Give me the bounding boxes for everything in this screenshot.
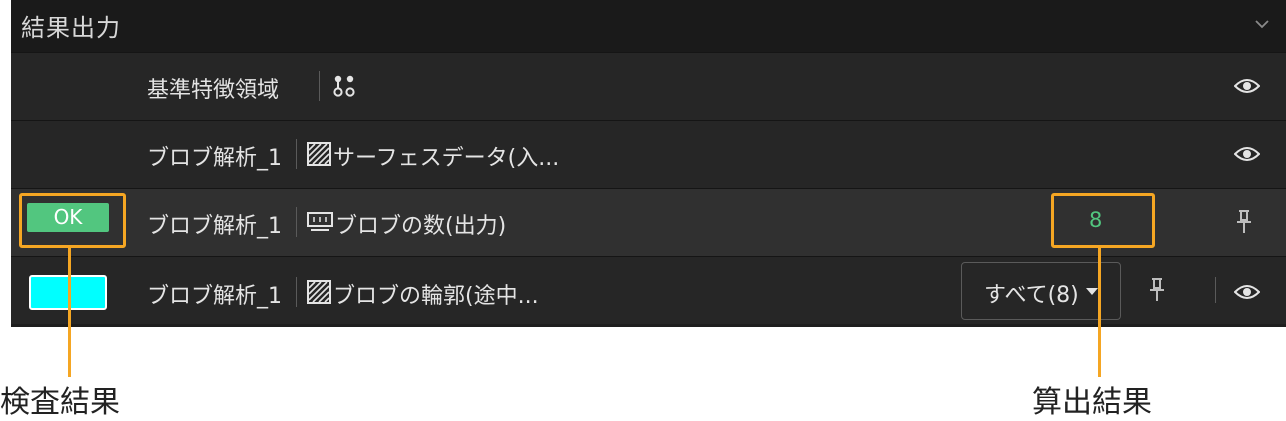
row-separator — [296, 277, 297, 307]
inspection-result-caption: 検査結果 — [0, 386, 120, 419]
row-source-label: ブロブ解析_1 — [147, 284, 282, 309]
row-description: サーフェスデータ(入... — [333, 146, 560, 171]
row-source-label: ブロブ解析_1 — [147, 146, 282, 171]
eye-icon[interactable] — [1234, 145, 1260, 163]
eye-icon[interactable] — [1234, 77, 1260, 95]
eye-icon[interactable] — [1234, 283, 1260, 301]
calculated-result-leader-line — [1098, 245, 1101, 377]
display-mode-dropdown[interactable]: すべて(8) — [961, 262, 1121, 320]
panel-header[interactable]: 結果出力 — [11, 0, 1286, 52]
vertical-divider — [1215, 277, 1216, 303]
hatched-image-icon — [307, 142, 331, 166]
row-source-label: ブロブ解析_1 — [147, 214, 282, 239]
row-description: ブロブの数(出力) — [335, 214, 507, 239]
chevron-down-icon[interactable] — [1252, 14, 1272, 34]
row-description: ブロブの輪郭(途中... — [333, 284, 539, 309]
output-row[interactable]: ブロブ解析_1 サーフェスデータ(入... — [11, 120, 1286, 188]
dropdown-value: すべて(8) — [984, 283, 1079, 308]
calculated-result-caption: 算出結果 — [1032, 386, 1152, 419]
calculated-result-highlight — [1051, 193, 1155, 248]
inspection-result-highlight — [19, 193, 126, 248]
row-separator — [296, 207, 297, 237]
row-separator — [319, 71, 320, 101]
row-separator — [296, 139, 297, 169]
panel-title: 結果出力 — [21, 14, 121, 42]
output-row[interactable]: 基準特徴領域 — [11, 52, 1286, 120]
caret-down-icon — [1086, 288, 1098, 295]
keypoints-icon — [333, 75, 355, 97]
number-display-icon — [307, 212, 333, 231]
row-source-label: 基準特徴領域 — [147, 78, 280, 103]
hatched-image-icon — [307, 280, 331, 304]
pin-icon[interactable] — [1234, 209, 1254, 235]
inspection-result-leader-line — [68, 245, 71, 377]
pin-icon[interactable] — [1147, 277, 1167, 303]
